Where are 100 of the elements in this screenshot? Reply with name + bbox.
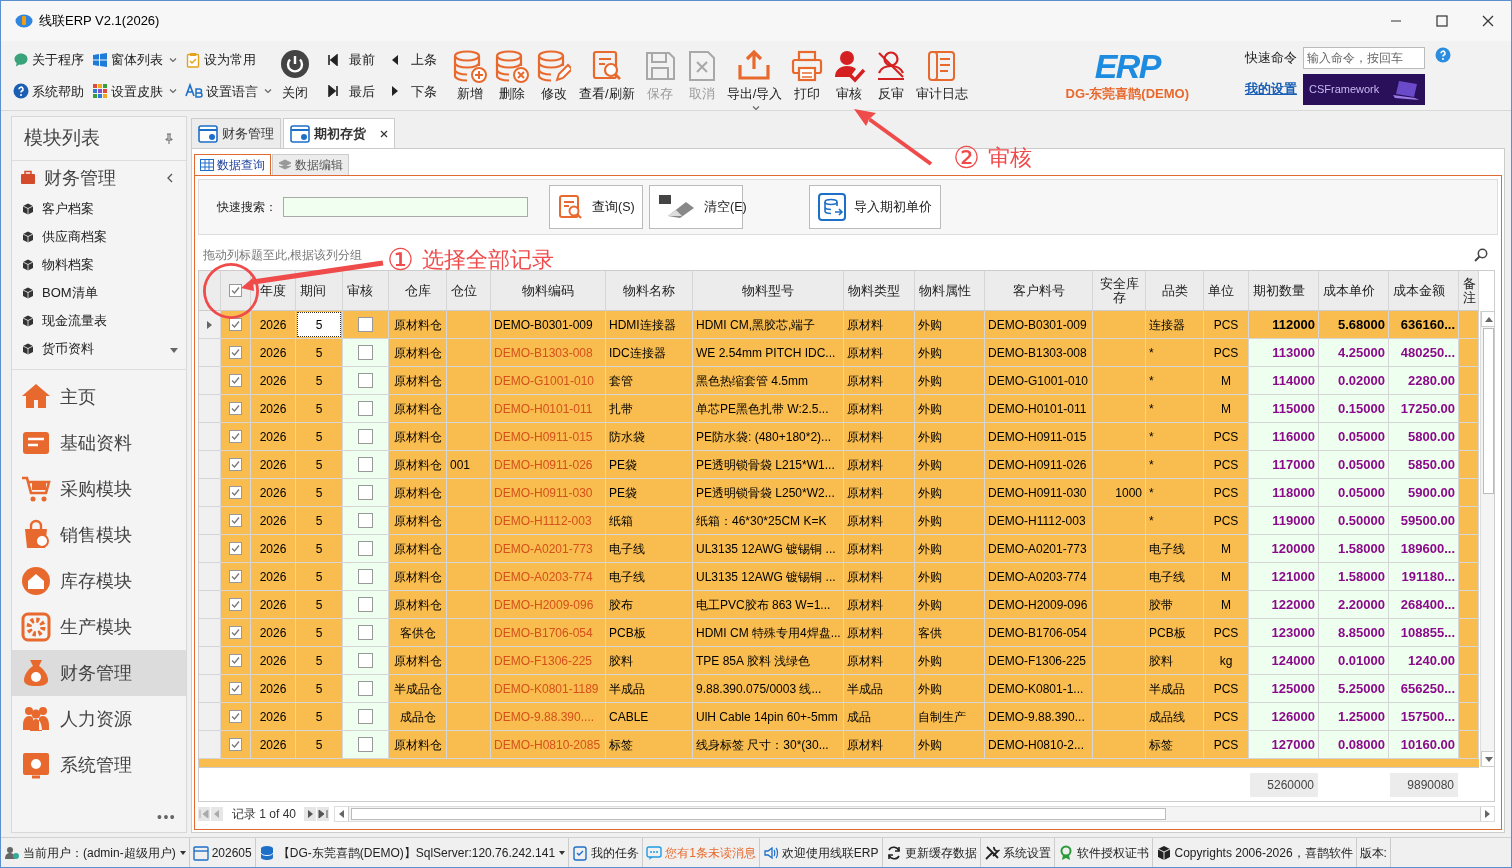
column-header[interactable]: 仓位 <box>447 271 491 310</box>
scroll-down-icon[interactable] <box>170 348 178 353</box>
audit-checkbox[interactable] <box>358 597 373 612</box>
period-input[interactable]: 5 <box>297 312 341 337</box>
row-indicator[interactable] <box>199 311 221 339</box>
sidebar-item[interactable]: BOM清单 <box>12 279 186 307</box>
toolbar-button[interactable]: 查看/刷新 <box>575 47 639 112</box>
row-checkbox[interactable] <box>229 402 242 415</box>
close-icon[interactable] <box>380 129 388 138</box>
module-item[interactable]: 基础资料 <box>12 420 186 466</box>
row-checkbox[interactable] <box>229 682 242 695</box>
module-item[interactable]: 系统管理 <box>12 742 186 788</box>
toolbar-button[interactable]: 新增 <box>449 47 491 112</box>
last-page-icon[interactable] <box>317 807 330 821</box>
menu-button[interactable]: 设置语言 <box>185 81 272 101</box>
toolbar-button[interactable]: 删除 <box>491 47 533 112</box>
subtab[interactable]: 数据查询 <box>194 154 271 175</box>
search-field[interactable] <box>283 197 528 217</box>
more-button[interactable]: ••• <box>157 806 176 828</box>
vertical-scrollbar[interactable] <box>1480 311 1494 767</box>
column-header[interactable]: 物料编码 <box>491 271 606 310</box>
tab[interactable]: 期初存货 <box>283 118 395 148</box>
module-item[interactable]: 财务管理 <box>12 650 186 696</box>
nav-button[interactable]: 下条 <box>389 81 437 101</box>
row-checkbox[interactable] <box>229 542 242 555</box>
search-panel-button[interactable]: 导入期初单价 <box>809 185 941 229</box>
toolbar-button[interactable]: 审核 <box>828 47 871 112</box>
status-item[interactable]: Copyrights 2006-2026，喜鹊软件 <box>1152 838 1357 867</box>
audit-checkbox[interactable] <box>358 541 373 556</box>
scroll-left-icon[interactable] <box>335 807 350 821</box>
audit-checkbox[interactable] <box>358 345 373 360</box>
menu-button[interactable]: 关于程序 <box>13 50 84 70</box>
column-header[interactable]: 物料类型 <box>844 271 915 310</box>
column-header[interactable]: 物料型号 <box>693 271 844 310</box>
menu-button[interactable]: 系统帮助 <box>13 81 84 101</box>
column-header[interactable]: 成本单价 <box>1319 271 1389 310</box>
column-header[interactable]: 备注 <box>1459 271 1479 310</box>
toolbar-button[interactable]: 反审 <box>870 47 913 112</box>
status-item[interactable]: 【DG-东莞喜鹊(DEMO)】SqlServer:120.76.242.141 <box>255 838 570 867</box>
tab[interactable]: 财务管理 <box>191 118 281 148</box>
audit-checkbox[interactable] <box>358 485 373 500</box>
command-field[interactable]: 输入命令，按回车 <box>1303 46 1425 69</box>
status-item[interactable]: 我的任务 <box>569 838 644 867</box>
column-header[interactable]: 安全库存 <box>1093 271 1146 310</box>
column-header[interactable]: 物料属性 <box>915 271 985 310</box>
status-item[interactable]: 版本: <box>1356 838 1391 867</box>
column-header[interactable]: 期初数量 <box>1249 271 1319 310</box>
menu-button[interactable]: 设为常用 <box>185 50 272 70</box>
previous-icon[interactable] <box>211 807 223 821</box>
sidebar-item[interactable]: 供应商档案 <box>12 223 186 251</box>
status-item[interactable]: 202605 <box>189 838 256 867</box>
next-icon[interactable] <box>304 807 317 821</box>
row-checkbox[interactable] <box>229 318 242 331</box>
audit-checkbox[interactable] <box>358 737 373 752</box>
row-checkbox[interactable] <box>229 458 242 471</box>
column-header[interactable]: 客户料号 <box>985 271 1093 310</box>
status-item[interactable]: 更新缓存数据 <box>882 838 981 867</box>
toolbar-button[interactable]: 打印 <box>786 47 829 112</box>
module-item[interactable]: 人力资源 <box>12 696 186 742</box>
row-checkbox[interactable] <box>229 738 242 751</box>
row-checkbox[interactable] <box>229 514 242 527</box>
module-item[interactable]: 生产模块 <box>12 604 186 650</box>
row-checkbox[interactable] <box>229 430 242 443</box>
banner[interactable]: CSFramework <box>1303 73 1425 105</box>
row-checkbox[interactable] <box>229 486 242 499</box>
search-icon[interactable] <box>1474 248 1488 262</box>
toolbar-button[interactable]: 审计日志 <box>912 47 973 112</box>
row-checkbox[interactable] <box>229 598 242 611</box>
row-checkbox[interactable] <box>229 626 242 639</box>
sidebar-item[interactable]: 现金流量表 <box>12 307 186 335</box>
status-item[interactable]: 软件授权证书 <box>1054 838 1153 867</box>
audit-checkbox[interactable] <box>358 681 373 696</box>
first-page-icon[interactable] <box>198 807 210 821</box>
row-checkbox[interactable] <box>229 570 242 583</box>
search-panel-button[interactable]: 查询(S) <box>549 185 643 229</box>
nav-button[interactable]: 上条 <box>389 50 437 70</box>
audit-checkbox[interactable] <box>358 317 373 332</box>
audit-checkbox[interactable] <box>358 653 373 668</box>
audit-checkbox[interactable] <box>358 373 373 388</box>
audit-checkbox[interactable] <box>358 457 373 472</box>
settings-link[interactable]: 我的设置 <box>1245 79 1303 99</box>
column-header[interactable]: 物料名称 <box>606 271 693 310</box>
help-icon[interactable] <box>1435 46 1451 63</box>
status-item[interactable]: 系统设置 <box>980 838 1055 867</box>
menu-button[interactable]: 窗体列表 <box>92 50 177 70</box>
column-header[interactable]: 仓库 <box>389 271 447 310</box>
sidebar-item[interactable]: 物料档案 <box>12 251 186 279</box>
audit-checkbox[interactable] <box>358 513 373 528</box>
select-all-checkbox[interactable] <box>229 284 242 297</box>
status-item[interactable]: 欢迎使用线联ERP <box>759 838 883 867</box>
row-checkbox[interactable] <box>229 374 242 387</box>
scroll-thumb[interactable] <box>1483 328 1494 494</box>
scroll-right-icon[interactable] <box>1480 807 1494 821</box>
close-button[interactable]: 关闭 <box>277 48 313 103</box>
audit-checkbox[interactable] <box>358 709 373 724</box>
toolbar-button[interactable]: 修改 <box>533 47 575 112</box>
sidebar-item[interactable]: 客户档案 <box>12 195 186 223</box>
horizontal-scrollbar[interactable] <box>334 806 1495 822</box>
column-header[interactable]: 单位 <box>1204 271 1249 310</box>
row-checkbox[interactable] <box>229 654 242 667</box>
